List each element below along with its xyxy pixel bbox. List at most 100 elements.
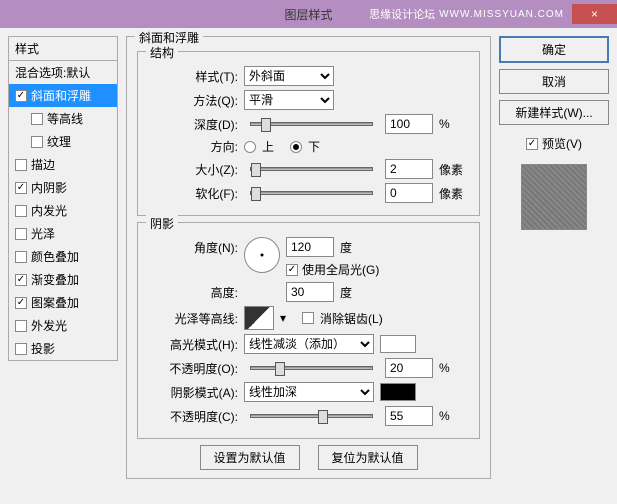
shadow-mode-row: 阴影模式(A): 线性加深 [148,382,469,402]
soften-slider[interactable] [250,191,373,195]
new-style-button[interactable]: 新建样式(W)... [499,100,609,125]
depth-input[interactable] [385,114,433,134]
altitude-row: 高度: 度 [148,282,469,302]
main-area: 样式 混合选项:默认 斜面和浮雕 等高线 纹理 描边 内阴影 内发光 光泽 颜色… [0,28,617,504]
highlight-mode-row: 高光模式(H): 线性减淡（添加） [148,334,469,354]
soften-input[interactable] [385,183,433,203]
inner-shadow-item[interactable]: 内阴影 [9,176,117,199]
depth-slider[interactable] [250,122,373,126]
shading-group: 阴影 角度(N): 度 使用全局光(G) [137,222,480,439]
gloss-label: 光泽等高线: [148,310,238,327]
style-label: 样式(T): [148,68,238,85]
size-row: 大小(Z): 像素 [148,159,469,179]
stroke-checkbox[interactable] [15,159,27,171]
shadow-opacity-label: 不透明度(C): [148,408,238,425]
antialias-checkbox[interactable] [302,312,314,324]
gloss-row: 光泽等高线: ▾ 消除锯齿(L) [148,306,469,330]
global-light-checkbox[interactable] [286,264,298,276]
styles-header: 样式 [8,36,118,61]
gradient-overlay-checkbox[interactable] [15,274,27,286]
structure-group: 结构 样式(T): 外斜面 方法(Q): 平滑 深度(D): % 方向: [137,51,480,216]
gloss-contour-picker[interactable] [244,306,274,330]
highlight-opacity-slider[interactable] [250,366,373,370]
px-unit2: 像素 [439,185,469,202]
depth-row: 深度(D): % [148,114,469,134]
satin-item[interactable]: 光泽 [9,222,117,245]
outer-glow-checkbox[interactable] [15,320,27,332]
preview-thumbnail [521,164,587,230]
contour-checkbox[interactable] [31,113,43,125]
percent-unit: % [439,117,469,131]
technique-label: 方法(Q): [148,92,238,109]
bevel-emboss-item[interactable]: 斜面和浮雕 [9,84,117,107]
gradient-overlay-item[interactable]: 渐变叠加 [9,268,117,291]
style-select[interactable]: 外斜面 [244,66,334,86]
global-light-label: 使用全局光(G) [302,261,379,278]
technique-select[interactable]: 平滑 [244,90,334,110]
direction-row: 方向: 上 下 [148,138,469,155]
blend-options-item[interactable]: 混合选项:默认 [9,61,117,84]
down-label: 下 [308,138,320,155]
highlight-mode-label: 高光模式(H): [148,336,238,353]
technique-row: 方法(Q): 平滑 [148,90,469,110]
highlight-opacity-input[interactable] [385,358,433,378]
up-label: 上 [262,138,274,155]
close-button[interactable]: × [572,4,617,24]
texture-item[interactable]: 纹理 [9,130,117,153]
right-panel: 确定 取消 新建样式(W)... 预览(V) [499,36,609,496]
chevron-down-icon[interactable]: ▾ [280,311,286,325]
make-default-button[interactable]: 设置为默认值 [200,445,300,470]
shadow-opacity-slider[interactable] [250,414,373,418]
preview-label: 预览(V) [542,135,582,152]
color-overlay-item[interactable]: 颜色叠加 [9,245,117,268]
inner-glow-item[interactable]: 内发光 [9,199,117,222]
direction-down-radio[interactable] [290,141,302,153]
texture-checkbox[interactable] [31,136,43,148]
outer-glow-item[interactable]: 外发光 [9,314,117,337]
shadow-mode-select[interactable]: 线性加深 [244,382,374,402]
titlebar-right: 思缘设计论坛 WWW.MISSYUAN.COM × [369,4,617,24]
angle-row: 角度(N): 度 使用全局光(G) [148,237,469,278]
center-panel: 斜面和浮雕 结构 样式(T): 外斜面 方法(Q): 平滑 深度(D): % [126,36,491,496]
highlight-opacity-row: 不透明度(O): % [148,358,469,378]
styles-panel: 样式 混合选项:默认 斜面和浮雕 等高线 纹理 描边 内阴影 内发光 光泽 颜色… [8,36,118,496]
drop-shadow-item[interactable]: 投影 [9,337,117,360]
size-slider[interactable] [250,167,373,171]
size-input[interactable] [385,159,433,179]
percent-unit3: % [439,409,469,423]
inner-glow-checkbox[interactable] [15,205,27,217]
stroke-item[interactable]: 描边 [9,153,117,176]
shadow-mode-label: 阴影模式(A): [148,384,238,401]
ok-button[interactable]: 确定 [499,36,609,63]
preview-checkbox[interactable] [526,138,538,150]
antialias-label: 消除锯齿(L) [320,310,383,327]
deg-unit2: 度 [340,284,352,301]
color-overlay-checkbox[interactable] [15,251,27,263]
bevel-checkbox[interactable] [15,90,27,102]
altitude-label: 高度: [148,284,238,301]
shadow-opacity-row: 不透明度(C): % [148,406,469,426]
shadow-opacity-input[interactable] [385,406,433,426]
drop-shadow-checkbox[interactable] [15,343,27,355]
satin-checkbox[interactable] [15,228,27,240]
shadow-color-swatch[interactable] [380,383,416,401]
pattern-overlay-checkbox[interactable] [15,297,27,309]
direction-up-radio[interactable] [244,141,256,153]
reset-default-button[interactable]: 复位为默认值 [318,445,418,470]
contour-item[interactable]: 等高线 [9,107,117,130]
inner-shadow-checkbox[interactable] [15,182,27,194]
angle-input[interactable] [286,237,334,257]
angle-label: 角度(N): [148,239,238,256]
altitude-input[interactable] [286,282,334,302]
percent-unit2: % [439,361,469,375]
cancel-button[interactable]: 取消 [499,69,609,94]
titlebar: 图层样式 思缘设计论坛 WWW.MISSYUAN.COM × [0,0,617,28]
highlight-color-swatch[interactable] [380,335,416,353]
structure-legend: 结构 [146,44,178,61]
highlight-mode-select[interactable]: 线性减淡（添加） [244,334,374,354]
angle-picker[interactable] [244,237,280,273]
px-unit: 像素 [439,161,469,178]
pattern-overlay-item[interactable]: 图案叠加 [9,291,117,314]
deg-unit: 度 [340,239,352,256]
depth-label: 深度(D): [148,116,238,133]
